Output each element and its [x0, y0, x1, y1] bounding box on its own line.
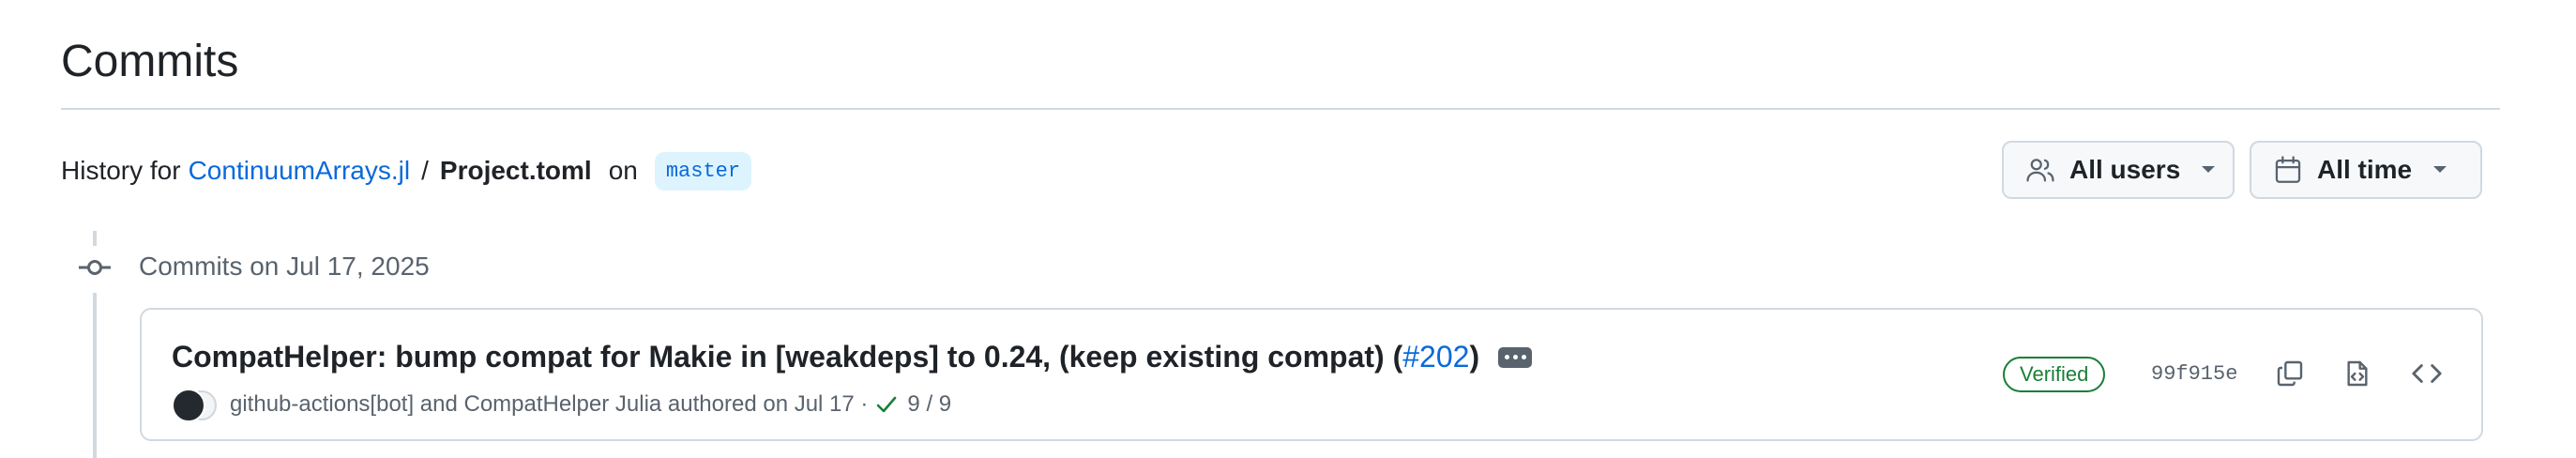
avatar[interactable]: [172, 389, 205, 422]
title-divider: [61, 108, 2500, 110]
timeline-line: [93, 293, 97, 458]
all-users-button[interactable]: All users: [2002, 141, 2235, 199]
page-title: Commits: [61, 37, 239, 86]
commit-sha[interactable]: 99f915e: [2151, 362, 2237, 386]
caret-down-icon: [2201, 165, 2216, 175]
file-name: Project.toml: [439, 156, 592, 185]
verified-badge[interactable]: Verified: [2003, 357, 2106, 392]
checks-count: 9 / 9: [907, 391, 952, 417]
commit-title[interactable]: CompatHelper: bump compat for Makie in […: [172, 340, 1533, 374]
branch-label[interactable]: master: [654, 151, 752, 191]
history-breadcrumb: History for ContinuumArrays.jl / Project…: [61, 150, 752, 191]
git-commit-icon: [77, 253, 113, 282]
commit-message-end: ): [1469, 340, 1480, 374]
checks-status[interactable]: 9 / 9: [875, 391, 951, 418]
code-icon: [2412, 364, 2442, 383]
timeline-line: [93, 231, 97, 246]
commit-card: CompatHelper: bump compat for Makie in […: [140, 308, 2483, 441]
copy-sha-button[interactable]: [2269, 353, 2311, 394]
caret-down-icon: [2432, 165, 2447, 175]
calendar-icon: [2272, 154, 2304, 186]
commit-meta: github-actions[bot] and CompatHelper Jul…: [172, 389, 951, 422]
commit-authors: github-actions[bot] and CompatHelper Jul…: [230, 391, 869, 417]
history-prefix: History for: [61, 156, 181, 185]
people-icon: [2024, 154, 2056, 186]
browse-repository-button[interactable]: [2406, 353, 2447, 394]
all-time-button[interactable]: All time: [2250, 141, 2482, 199]
commit-group-date: Commits on Jul 17, 2025: [139, 252, 430, 281]
check-icon: [877, 396, 897, 413]
view-file-at-commit-button[interactable]: [2337, 353, 2378, 394]
pull-request-link[interactable]: #202: [1402, 340, 1469, 374]
commit-message[interactable]: CompatHelper: bump compat for Makie in […: [172, 340, 1402, 374]
on-label: on: [608, 156, 638, 185]
commits-page: Commits History for ContinuumArrays.jl /…: [0, 0, 2576, 458]
repo-link[interactable]: ContinuumArrays.jl: [189, 156, 411, 186]
copy-icon: [2277, 360, 2303, 387]
file-code-icon: [2347, 360, 2368, 387]
path-separator: /: [421, 156, 429, 185]
all-time-label: All time: [2317, 155, 2413, 184]
avatar-stack[interactable]: [172, 389, 219, 422]
ellipsis-icon[interactable]: [1498, 346, 1533, 368]
all-users-label: All users: [2069, 155, 2181, 184]
